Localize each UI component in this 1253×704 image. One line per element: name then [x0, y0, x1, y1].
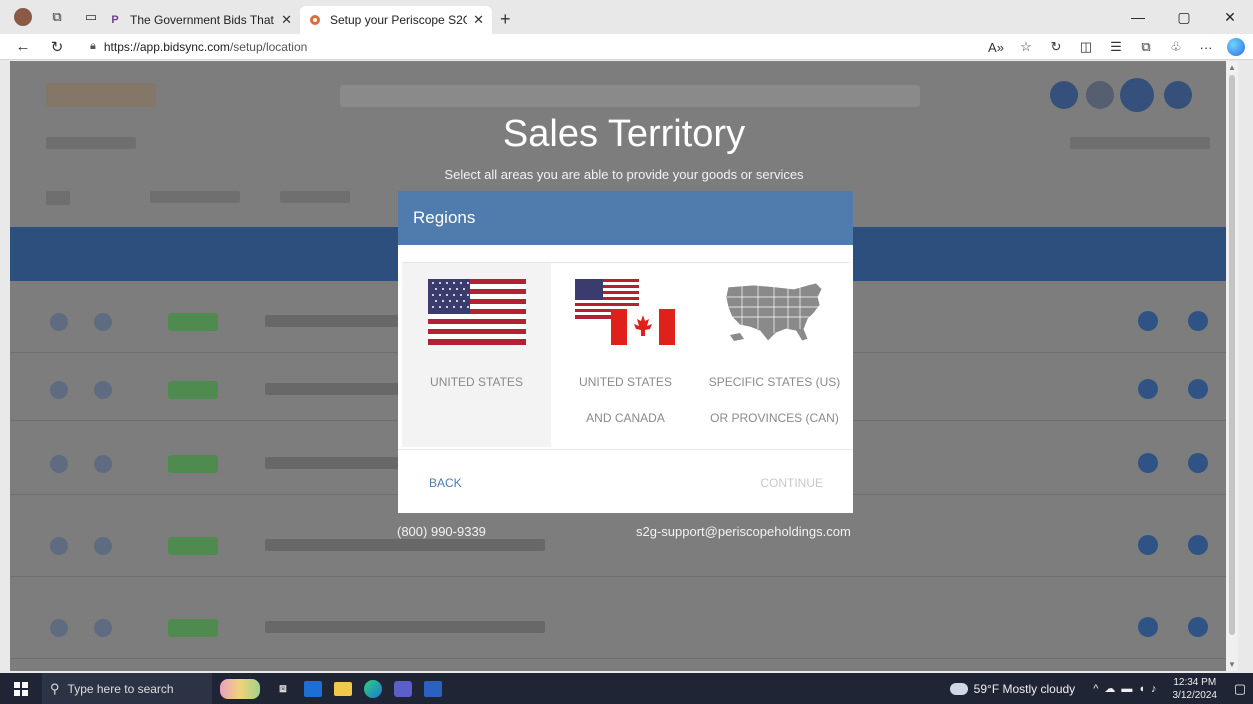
us-states-map-icon — [725, 282, 823, 342]
outlook-icon[interactable] — [298, 673, 328, 704]
background-icon — [1120, 78, 1154, 112]
back-arrow-icon[interactable]: ← — [12, 38, 34, 55]
region-label: SPECIFIC STATES (US) — [708, 375, 841, 389]
modal-header: Regions — [398, 191, 853, 245]
background-text — [46, 191, 70, 205]
region-label: UNITED STATES — [430, 375, 523, 389]
modal-footer: BACK CONTINUE — [398, 449, 853, 513]
background-row — [10, 597, 1238, 659]
task-view-icon[interactable]: ⧈ — [268, 673, 298, 704]
flowers-widget-icon[interactable] — [212, 673, 268, 704]
taskbar-search[interactable]: ⚲ Type here to search — [42, 673, 212, 704]
minimize-icon[interactable]: — — [1115, 9, 1161, 25]
browser-tab-2[interactable]: Setup your Periscope S2G accou ✕ — [300, 6, 492, 34]
scroll-up-icon[interactable]: ▲ — [1228, 63, 1236, 72]
clock-date: 3/12/2024 — [1172, 689, 1218, 701]
favorite-star-icon[interactable]: ☆ — [1011, 39, 1041, 55]
file-explorer-icon[interactable] — [328, 673, 358, 704]
read-aloud-icon[interactable]: A» — [981, 40, 1011, 55]
search-placeholder: Type here to search — [67, 681, 174, 696]
window-controls: — ▢ ✕ — [1115, 0, 1253, 34]
restore-icon[interactable]: ▢ — [1161, 9, 1207, 26]
notifications-icon[interactable]: ▢ — [1227, 681, 1253, 697]
region-option-united-states[interactable]: UNITED STATES — [402, 263, 551, 447]
back-button[interactable]: BACK — [429, 476, 462, 490]
background-search-bar — [340, 85, 920, 107]
browser-toolbar: A» ☆ ↻ ◫ ☰ ⧉ ♧ ··· — [981, 34, 1245, 60]
page-subtitle: Select all areas you are able to provide… — [444, 167, 804, 182]
continue-button[interactable]: CONTINUE — [760, 476, 823, 490]
background-icon — [1086, 81, 1114, 109]
extensions-icon[interactable]: ♧ — [1161, 39, 1191, 55]
background-icon — [1164, 81, 1192, 109]
region-option-specific-states[interactable]: SPECIFIC STATES (US) OR PROVINCES (CAN) — [700, 263, 849, 447]
refresh-extension-icon[interactable]: ↻ — [1041, 39, 1071, 55]
tab-actions-icon[interactable]: ▭ — [82, 8, 100, 26]
windows-logo-icon — [14, 681, 28, 696]
address-bar: ← ↻ 🔒︎ https://app.bidsync.com/setup/loc… — [0, 34, 1253, 60]
page-title: Sales Territory — [502, 113, 746, 155]
close-tab-icon[interactable]: ✕ — [473, 12, 484, 28]
url-field[interactable]: https://app.bidsync.com/setup/location — [104, 40, 307, 54]
workspaces-icon[interactable]: ⧉ — [48, 8, 66, 26]
clock[interactable]: 12:34 PM 3/12/2024 — [1173, 676, 1218, 702]
us-flag-icon — [428, 279, 526, 345]
periscope-favicon-icon: P — [111, 14, 119, 26]
s2g-favicon-icon — [308, 13, 322, 27]
region-options: UNITED STATES UNITED STATES AND CANADA S… — [402, 262, 849, 447]
background-text — [150, 191, 240, 203]
us-canada-flags-icon — [575, 279, 675, 345]
split-screen-icon[interactable]: ◫ — [1071, 39, 1101, 55]
scroll-down-icon[interactable]: ▼ — [1228, 660, 1236, 669]
background-icon — [1050, 81, 1078, 109]
support-phone: (800) 990-9339 — [397, 524, 486, 539]
regions-modal: Regions UNITED STATES UNITED STATES AND … — [398, 191, 853, 513]
tab-title: The Government Bids That Matte — [130, 13, 275, 27]
region-option-us-and-canada[interactable]: UNITED STATES AND CANADA — [551, 263, 700, 447]
background-text — [280, 191, 350, 203]
favorites-icon[interactable]: ☰ — [1101, 39, 1131, 55]
cloud-icon — [949, 682, 968, 695]
scroll-thumb[interactable] — [1229, 75, 1235, 635]
more-menu-icon[interactable]: ··· — [1191, 40, 1221, 55]
browser-tab-1[interactable]: P The Government Bids That Matte ✕ — [100, 6, 300, 34]
start-button[interactable] — [0, 673, 42, 704]
page-viewport: ▲ ▼ Sales Territory Select all areas you… — [10, 61, 1238, 671]
teams-icon[interactable] — [388, 673, 418, 704]
region-label-line2: AND CANADA — [586, 411, 665, 425]
region-label-line2: OR PROVINCES (CAN) — [710, 411, 839, 425]
weather-widget[interactable]: 59°F Mostly cloudy — [949, 681, 1076, 696]
bidsync-logo — [46, 83, 156, 107]
edge-icon[interactable] — [358, 673, 388, 704]
tab-title: Setup your Periscope S2G accou — [330, 13, 467, 27]
support-email[interactable]: s2g-support@periscopeholdings.com — [636, 524, 851, 539]
region-label: UNITED STATES — [579, 375, 672, 389]
clock-time: 12:34 PM — [1173, 676, 1217, 688]
windows-taskbar: ⚲ Type here to search ⧈ 59°F Mostly clou… — [0, 673, 1253, 704]
profile-avatar[interactable] — [14, 8, 32, 26]
weather-text: 59°F Mostly cloudy — [973, 681, 1076, 696]
close-window-icon[interactable]: ✕ — [1207, 9, 1253, 26]
tray-icons[interactable]: ^☁▬◖♪ — [1093, 682, 1162, 695]
system-tray: 59°F Mostly cloudy ^☁▬◖♪ 12:34 PM 3/12/2… — [949, 673, 1253, 704]
close-tab-icon[interactable]: ✕ — [281, 12, 292, 28]
background-row — [10, 515, 1238, 577]
lock-icon[interactable]: 🔒︎ — [90, 40, 96, 53]
word-icon[interactable] — [418, 673, 448, 704]
browser-tab-strip: ⧉ ▭ P The Government Bids That Matte ✕ S… — [0, 0, 1253, 34]
copilot-icon[interactable] — [1227, 38, 1245, 56]
search-icon: ⚲ — [50, 680, 60, 696]
new-tab-button[interactable]: + — [500, 9, 511, 30]
refresh-icon[interactable]: ↻ — [46, 38, 68, 56]
collections-icon[interactable]: ⧉ — [1131, 39, 1161, 55]
